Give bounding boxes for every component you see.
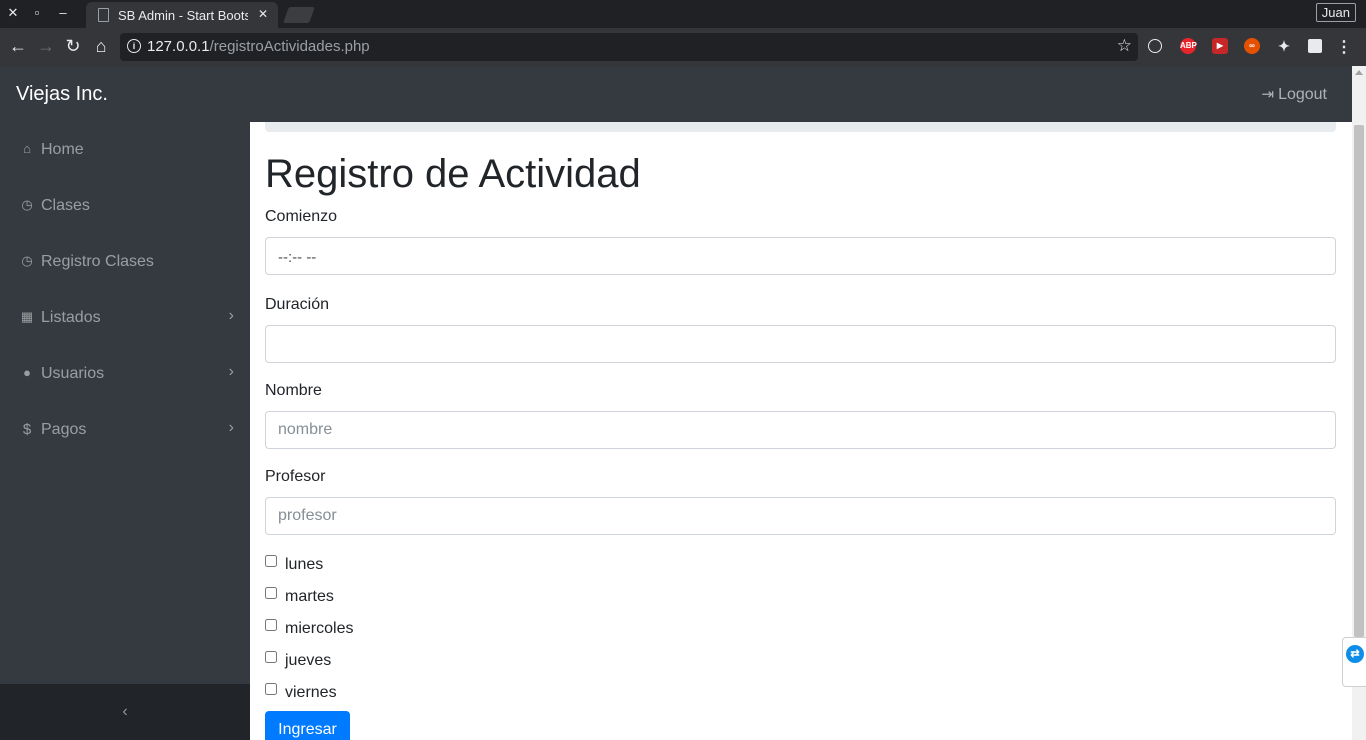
day-label: viernes: [285, 684, 337, 701]
window-maximize-icon[interactable]: ▫: [29, 5, 45, 21]
chevron-right-icon: ›: [228, 307, 234, 324]
youtube-extension-icon[interactable]: ▶: [1212, 38, 1228, 54]
page-title: Registro de Actividad: [265, 152, 641, 196]
duracion-input[interactable]: [265, 325, 1336, 363]
logout-label: Logout: [1278, 86, 1327, 103]
breadcrumb: [265, 122, 1336, 132]
day-checkbox[interactable]: [265, 587, 277, 599]
sidebar-item-registro-clases[interactable]: ◷ Registro Clases: [0, 234, 250, 290]
top-navbar: Viejas Inc. ⇥ Logout: [0, 66, 1352, 122]
infinity-extension-icon[interactable]: ∞: [1244, 38, 1260, 54]
sidebar-item-label: Usuarios: [41, 365, 105, 382]
home-browser-icon[interactable]: ⌂: [91, 36, 111, 56]
profile-button[interactable]: Juan: [1315, 3, 1356, 22]
sidebar-item-listados[interactable]: ▦ Listados ›: [0, 290, 250, 346]
duracion-label: Duración: [265, 296, 330, 313]
chevron-right-icon: ›: [228, 363, 234, 380]
comienzo-time-input[interactable]: --:-- --: [265, 237, 1336, 275]
day-checkbox[interactable]: [265, 683, 277, 695]
main-content: Registro de Actividad Comienzo --:-- -- …: [250, 122, 1352, 740]
gnome-extension-icon[interactable]: ✦: [1276, 38, 1292, 54]
profesor-label: Profesor: [265, 468, 326, 485]
bookmark-star-icon[interactable]: ☆: [1117, 36, 1132, 56]
chevron-right-icon: ›: [228, 419, 234, 436]
day-label: martes: [285, 588, 334, 605]
logout-link[interactable]: ⇥ Logout: [1261, 85, 1327, 104]
day-label: jueves: [285, 652, 332, 669]
url-path: /registroActividades.php: [209, 38, 370, 55]
address-bar[interactable]: i 127.0.0.1/registroActividades.php ☆: [120, 33, 1138, 61]
sidebar-item-label: Home: [41, 141, 84, 158]
sidebar-collapse-button[interactable]: ‹: [0, 684, 250, 740]
reload-icon[interactable]: ↻: [63, 36, 83, 56]
day-checkbox[interactable]: [265, 651, 277, 663]
sidebar-item-home[interactable]: ⌂ Home: [0, 122, 250, 178]
page-file-icon: [98, 8, 109, 22]
forward-arrow-icon[interactable]: →: [36, 36, 56, 56]
new-tab-button[interactable]: [283, 7, 315, 23]
user-icon: ●: [23, 365, 31, 380]
scrollbar-thumb[interactable]: [1354, 125, 1364, 637]
navbar-brand[interactable]: Viejas Inc.: [16, 83, 108, 106]
teamviewer-widget[interactable]: ⇄: [1342, 637, 1366, 687]
home-icon: ⌂: [23, 141, 31, 156]
adblock-icon[interactable]: ABP: [1180, 38, 1197, 54]
browser-tab-active[interactable]: SB Admin - Start Bootstrap Admin Templat…: [86, 2, 278, 28]
window-close-icon[interactable]: ✕: [5, 5, 21, 21]
day-checkbox[interactable]: [265, 619, 277, 631]
chevron-left-icon: ‹: [122, 703, 128, 720]
dollar-icon: $: [22, 421, 32, 438]
window-minimize-icon[interactable]: –: [55, 5, 71, 21]
browser-tab-title: SB Admin - Start Bootstrap Admin Templat…: [118, 8, 248, 23]
cube-extension-icon[interactable]: [1308, 39, 1322, 53]
day-label: miercoles: [285, 620, 354, 637]
sidebar-item-clases[interactable]: ◷ Clases: [0, 178, 250, 234]
tab-close-icon[interactable]: ✕: [258, 7, 268, 21]
browser-tab-bar: ✕ ▫ – SB Admin - Start Bootstrap Admin T…: [0, 0, 1366, 28]
sidebar-item-pagos[interactable]: $ Pagos ›: [0, 402, 250, 458]
day-label: lunes: [285, 556, 324, 573]
teamviewer-icon: ⇄: [1346, 645, 1364, 663]
extension-bulb-icon[interactable]: [1148, 39, 1162, 53]
nombre-label: Nombre: [265, 382, 322, 399]
info-icon[interactable]: i: [127, 39, 141, 53]
clock-icon: ◷: [21, 253, 33, 268]
sidebar-item-label: Pagos: [41, 421, 87, 438]
nombre-input[interactable]: [265, 411, 1336, 449]
sidebar-item-label: Clases: [41, 197, 90, 214]
sidebar-item-label: Listados: [41, 309, 101, 326]
scroll-up-icon[interactable]: [1355, 70, 1363, 75]
profesor-input[interactable]: [265, 497, 1336, 535]
day-checkbox[interactable]: [265, 555, 277, 567]
browser-toolbar: ← → ↻ ⌂ i 127.0.0.1/registroActividades.…: [0, 28, 1366, 66]
sidebar-item-usuarios[interactable]: ● Usuarios ›: [0, 346, 250, 402]
clock-icon: ◷: [21, 197, 33, 212]
ingresar-button[interactable]: Ingresar: [265, 711, 350, 740]
sign-out-icon: ⇥: [1261, 86, 1275, 103]
back-arrow-icon[interactable]: ←: [8, 36, 28, 56]
table-icon: ▦: [20, 309, 34, 324]
url-host: 127.0.0.1: [147, 38, 210, 55]
sidebar-item-label: Registro Clases: [41, 253, 154, 270]
sidebar: ⌂ Home ◷ Clases ◷ Registro Clases ▦ List…: [0, 122, 250, 684]
url-text[interactable]: 127.0.0.1/registroActividades.php: [147, 38, 370, 55]
comienzo-label: Comienzo: [265, 208, 338, 225]
browser-menu-icon[interactable]: ⋮: [1336, 37, 1352, 57]
comienzo-value: --:-- --: [278, 249, 317, 266]
